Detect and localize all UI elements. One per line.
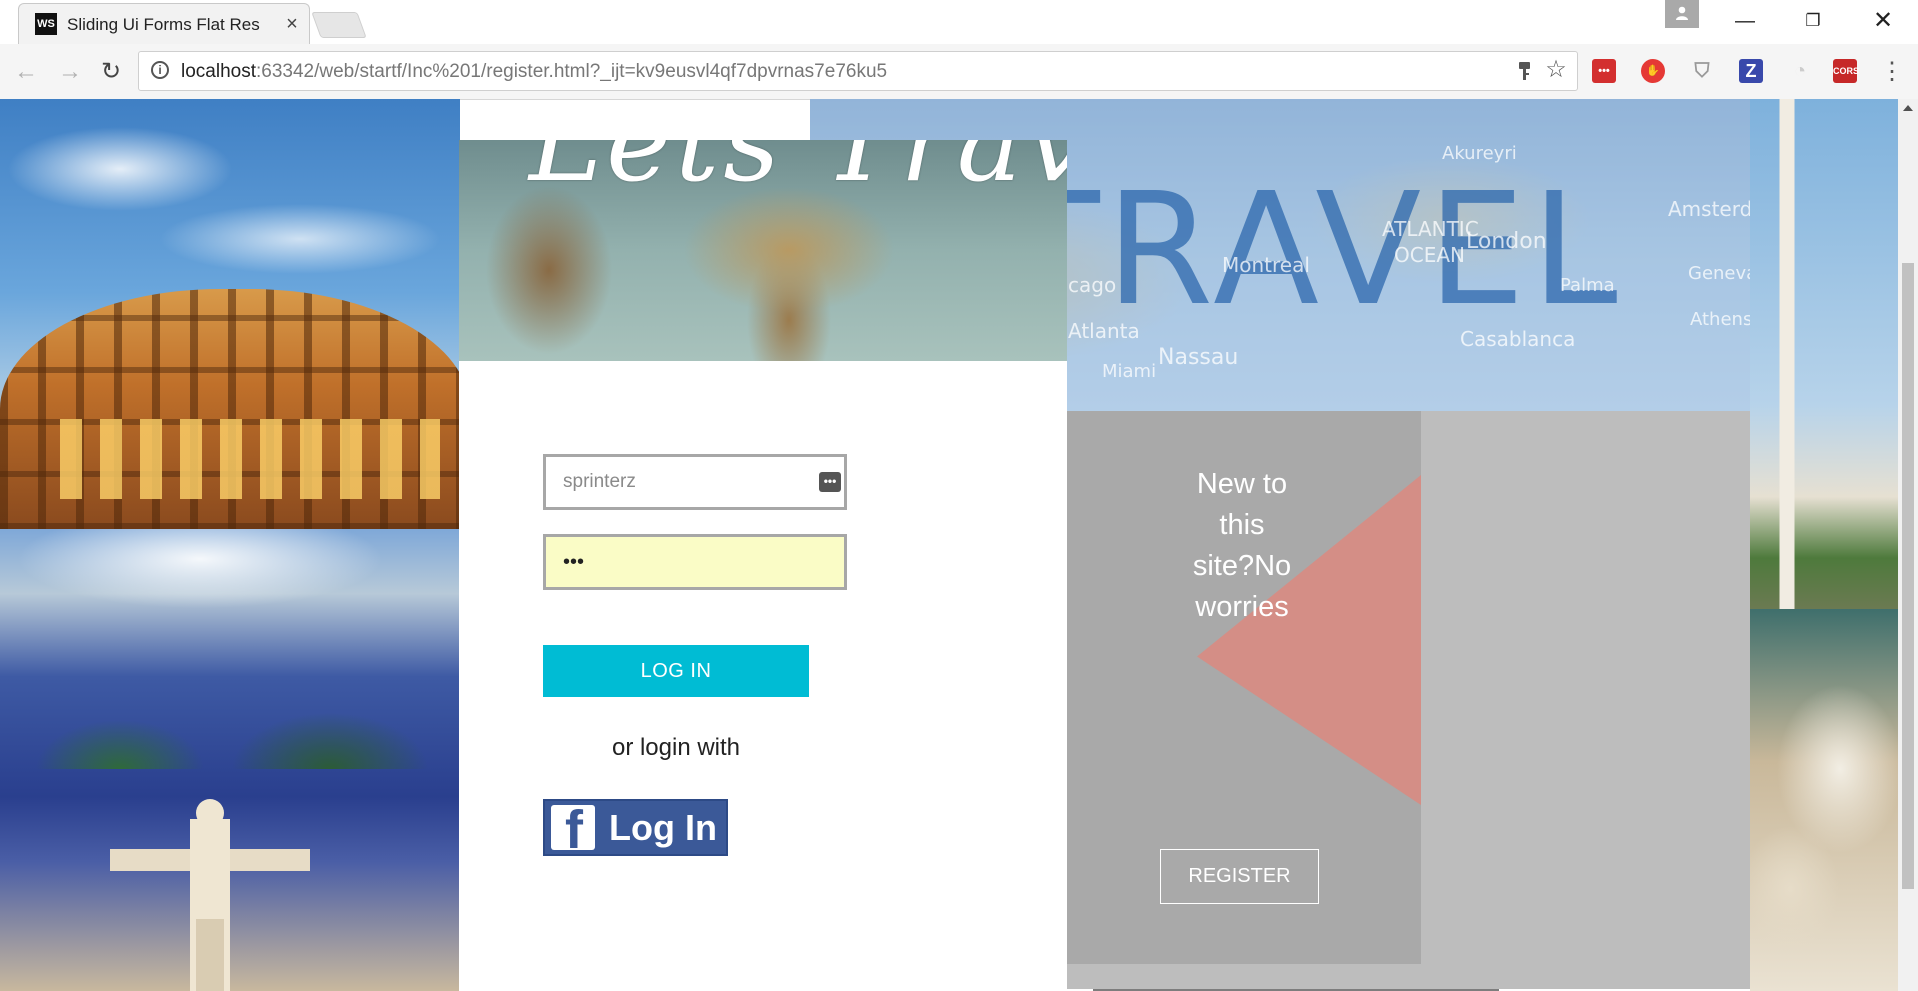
extension-grey-icon[interactable]: ◔ — [1788, 59, 1812, 83]
map-label: Nassau — [1158, 345, 1239, 370]
map-label: Amsterd — [1668, 197, 1753, 221]
map-label: Athens — [1690, 309, 1753, 330]
register-message-line: this — [1219, 509, 1265, 541]
facebook-login-label: Log In — [609, 807, 717, 848]
new-tab-button[interactable] — [311, 12, 367, 38]
minimize-icon[interactable]: — — [1722, 6, 1768, 36]
reload-icon[interactable]: ↻ — [97, 58, 125, 86]
card-header-map-image: Lets Travel — [459, 140, 1067, 361]
login-card: Lets Travel ••• LOG IN or login with f L… — [459, 140, 1067, 991]
close-window-icon[interactable]: ✕ — [1860, 6, 1906, 36]
browser-toolbar: ← → ↻ i localhost:63342/web/startf/Inc%2… — [0, 44, 1918, 100]
facebook-login-button[interactable]: f Log In — [543, 799, 728, 856]
adblock-icon[interactable]: ✋ — [1641, 59, 1665, 83]
cors-icon[interactable]: CORS — [1833, 59, 1859, 83]
password-field[interactable] — [543, 534, 847, 590]
register-button[interactable]: REGISTER — [1160, 849, 1319, 904]
map-label: OCEAN — [1394, 243, 1465, 267]
vertical-scrollbar[interactable] — [1898, 99, 1918, 991]
or-login-with-text: or login with — [611, 734, 741, 761]
scroll-up-arrow-icon[interactable] — [1903, 105, 1913, 111]
register-panel: New to this site?No worries REGISTER — [1067, 411, 1750, 989]
close-tab-icon[interactable]: × — [281, 13, 303, 35]
zotero-icon[interactable]: Z — [1739, 59, 1763, 83]
bookmark-star-icon[interactable]: ☆ — [1543, 56, 1569, 84]
map-label: ATLANTIC — [1382, 217, 1479, 241]
menu-kebab-icon[interactable]: ⋮ — [1880, 58, 1904, 86]
username-field[interactable] — [543, 454, 847, 510]
url-host: localhost — [181, 61, 256, 82]
tab-title: Sliding Ui Forms Flat Res — [67, 15, 260, 34]
colosseum-lit-arches — [60, 419, 440, 499]
back-arrow-icon[interactable]: ← — [12, 58, 40, 86]
map-label: Atlanta — [1068, 319, 1140, 343]
map-label: cago — [1068, 273, 1117, 297]
page-viewport: TRAVEL Akureyri ATLANTIC OCEAN London Am… — [0, 99, 1898, 991]
address-bar[interactable]: i localhost:63342/web/startf/Inc%201/reg… — [138, 51, 1578, 91]
register-message-line: site?No — [1192, 550, 1292, 582]
password-manager-icon[interactable]: ••• — [819, 472, 841, 492]
map-label: Casablanca — [1460, 327, 1576, 351]
map-label: Geneva — [1688, 263, 1758, 284]
user-icon — [1676, 6, 1688, 20]
lastpass-icon[interactable]: ••• — [1592, 59, 1616, 83]
christ-the-redeemer-statue — [110, 799, 310, 991]
info-icon[interactable]: i — [151, 61, 169, 79]
profile-button[interactable] — [1665, 0, 1699, 28]
browser-titlebar: WS Sliding Ui Forms Flat Res × — ❐ ✕ — [0, 0, 1918, 45]
url-text[interactable]: localhost:63342/web/startf/Inc%201/regis… — [181, 61, 887, 83]
login-button[interactable]: LOG IN — [543, 645, 809, 697]
webstorm-favicon-icon: WS — [35, 13, 57, 35]
map-label: Palma — [1560, 275, 1615, 296]
map-label: Montreal — [1222, 253, 1310, 277]
map-label: Akureyri — [1442, 143, 1517, 164]
card-title: Lets Travel — [529, 140, 1067, 206]
facebook-icon: f — [551, 805, 595, 850]
map-label: Miami — [1102, 361, 1157, 382]
register-message-line: New to — [1196, 468, 1288, 500]
shield-icon[interactable]: ⛉ — [1690, 59, 1714, 83]
browser-tab[interactable]: WS Sliding Ui Forms Flat Res × — [18, 3, 310, 45]
register-message: New to this site?No worries — [1172, 464, 1312, 628]
rio-hills — [0, 619, 460, 769]
map-label: London — [1466, 229, 1547, 254]
taj-mahal-image — [1750, 99, 1898, 609]
register-message-line: worries — [1195, 591, 1289, 623]
clouds-image — [1750, 609, 1898, 991]
key-icon[interactable] — [1515, 60, 1535, 82]
scrollbar-thumb[interactable] — [1902, 263, 1914, 889]
forward-arrow-icon[interactable]: → — [56, 58, 84, 86]
restore-icon[interactable]: ❐ — [1790, 6, 1836, 36]
url-path: :63342/web/startf/Inc%201/register.html?… — [256, 61, 888, 82]
